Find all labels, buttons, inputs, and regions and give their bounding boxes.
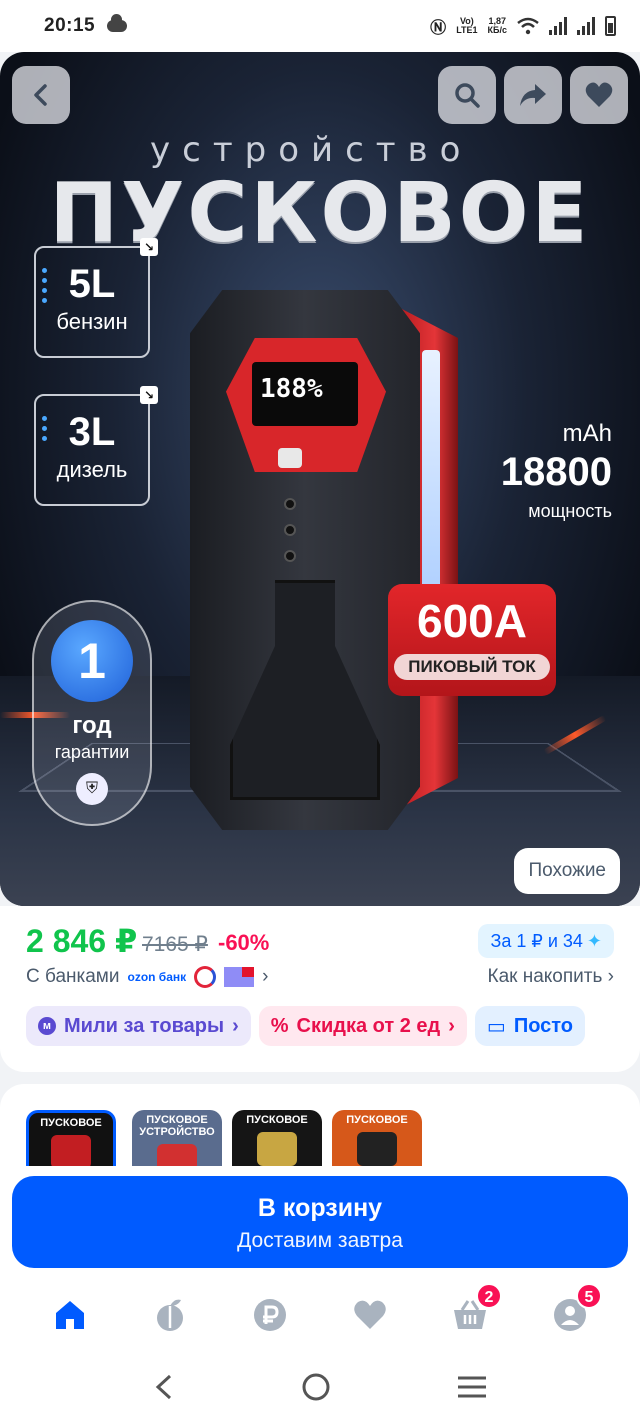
how-to-save-link[interactable]: Как накопить › — [488, 966, 615, 988]
home-icon — [56, 1301, 84, 1329]
add-to-cart-button[interactable]: В корзину Доставим завтра — [12, 1176, 628, 1268]
bank-logo — [224, 967, 255, 987]
share-icon — [520, 84, 546, 106]
nfc-icon: Ⓝ — [430, 20, 447, 37]
bottom-nav: 2 5 — [0, 1280, 640, 1350]
nav-cart[interactable]: 2 — [450, 1283, 502, 1335]
card-icon: ▭ — [486, 1015, 506, 1038]
status-bar: 20:15 Ⓝ Vo) LTE1 1,87 КБ/с — [0, 0, 640, 52]
network-speed: 1,87 КБ/с — [487, 16, 507, 35]
old-price: 7165 ₽ — [142, 933, 208, 956]
profile-badge: 5 — [576, 1283, 602, 1309]
signal-icon — [549, 17, 567, 35]
jump-starter-device: 188% — [190, 290, 458, 846]
capacity-spec: mAh 18800 мощность — [500, 420, 612, 521]
ruble-icon — [254, 1299, 286, 1331]
sparkle-icon: ✦ — [586, 930, 602, 951]
fresh-icon — [157, 1299, 183, 1331]
cart-bar: В корзину Доставим завтра — [0, 1166, 640, 1280]
nav-fresh[interactable] — [150, 1295, 190, 1335]
points-badge[interactable]: За 1 ₽ и 34 ✦ — [478, 924, 614, 958]
price-card: 2 846 ₽ 7165 ₽ -60% За 1 ₽ и 34 ✦ С банк… — [0, 906, 640, 1072]
share-button[interactable] — [504, 66, 562, 124]
system-home-icon[interactable] — [301, 1372, 331, 1402]
banks-row[interactable]: С банками ozon банк › — [26, 966, 268, 988]
product-image[interactable]: устройство ПУСКОВОЕ ↘ 5L бензин ↘ 3L диз… — [0, 52, 640, 906]
similar-button[interactable]: Похожие — [514, 848, 620, 894]
nav-home[interactable] — [50, 1295, 90, 1335]
power-icon — [278, 448, 302, 468]
chevron-right-icon: › — [232, 1014, 239, 1037]
cart-badge: 2 — [476, 1283, 502, 1309]
discount-badge: -60% — [218, 930, 270, 955]
lte-indicator: Vo) LTE1 — [456, 16, 478, 35]
chevron-right-icon: › — [448, 1014, 455, 1037]
search-button[interactable] — [438, 66, 496, 124]
cloud-icon — [107, 14, 128, 32]
bank-logo — [194, 966, 217, 988]
current-price: 2 846 ₽ — [26, 923, 138, 959]
miles-icon: м — [38, 1017, 56, 1035]
system-nav — [0, 1350, 640, 1423]
promo-chips: м Мили за товары › % Скидка от 2 ед › ▭ По… — [26, 1006, 586, 1046]
wifi-icon — [517, 17, 539, 35]
spec-petrol: ↘ 5L бензин — [34, 238, 158, 358]
clock: 20:15 — [44, 15, 96, 36]
chevron-right-icon: › — [262, 966, 269, 987]
favorite-button[interactable] — [570, 66, 628, 124]
discount-chip[interactable]: % Скидка от 2 ед › — [258, 1006, 467, 1046]
warranty-badge: 1 год гарантии ⛨ — [32, 600, 152, 826]
nav-favorites[interactable] — [350, 1295, 390, 1335]
heart-icon — [585, 82, 613, 107]
percent-icon: % — [270, 1014, 289, 1037]
postpay-chip[interactable]: ▭ Посто — [474, 1006, 586, 1046]
shield-icon: ⛨ — [76, 773, 108, 805]
device-display: 188% — [252, 362, 358, 426]
favorites-icon — [354, 1300, 386, 1329]
system-recents-icon[interactable] — [456, 1374, 488, 1400]
ozon-bank-logo: ozon банк — [127, 970, 187, 984]
signal-icon — [577, 17, 595, 35]
spec-diesel: ↘ 3L дизель — [34, 386, 158, 506]
nav-profile[interactable]: 5 — [550, 1283, 602, 1335]
back-icon — [34, 84, 47, 106]
nav-finance[interactable] — [250, 1295, 290, 1335]
peak-current-badge: 600A ПИКОВЫЙ ТОК — [388, 584, 556, 696]
miles-chip[interactable]: м Мили за товары › — [26, 1006, 251, 1046]
search-icon — [455, 83, 480, 108]
battery-icon — [605, 16, 616, 36]
system-back-icon[interactable] — [152, 1373, 176, 1401]
back-button[interactable] — [12, 66, 70, 124]
